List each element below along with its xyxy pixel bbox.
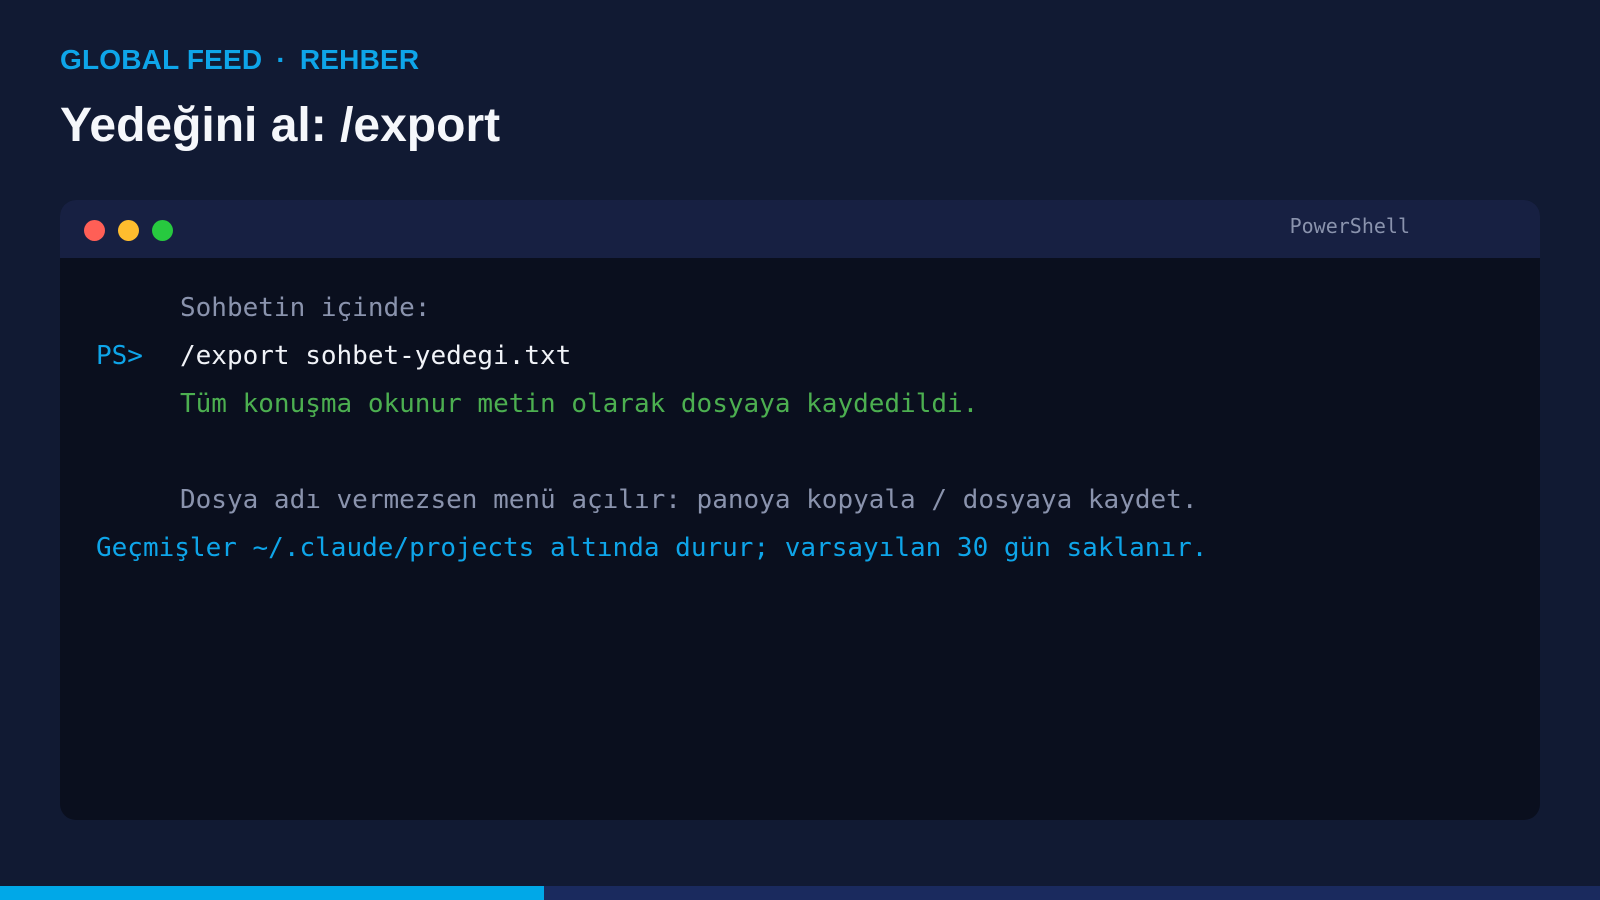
slide: GLOBAL FEED · REHBER Yedeğini al: /expor… <box>0 0 1600 900</box>
maximize-window-icon[interactable] <box>152 220 173 241</box>
terminal-window: PowerShell Sohbetin içinde: PS> /export … <box>60 200 1540 820</box>
terminal-prompt <box>96 380 180 428</box>
terminal-success-text: Tüm konuşma okunur metin olarak dosyaya … <box>180 389 979 419</box>
terminal-output: Sohbetin içinde: PS> /export sohbet-yede… <box>60 258 1540 572</box>
breadcrumb-category: REHBER <box>299 44 420 75</box>
terminal-title-bar: PowerShell <box>60 200 1540 258</box>
terminal-line: Geçmişler ~/.claude/projects altında dur… <box>96 524 1504 572</box>
minimize-window-icon[interactable] <box>118 220 139 241</box>
page-title: Yedeğini al: /export <box>60 99 501 152</box>
terminal-command: /export sohbet-yedegi.txt <box>180 341 572 371</box>
terminal-text: Dosya adı vermezsen menü açılır: panoya … <box>180 485 1198 515</box>
terminal-title: PowerShell <box>1289 214 1410 238</box>
progress-bar <box>0 886 1600 900</box>
breadcrumb-separator: · <box>276 44 286 75</box>
terminal-line: Tüm konuşma okunur metin olarak dosyaya … <box>96 380 1504 428</box>
terminal-prompt <box>96 428 180 476</box>
terminal-text: Sohbetin içinde: <box>180 293 431 323</box>
close-window-icon[interactable] <box>84 220 105 241</box>
breadcrumb-section: GLOBAL FEED <box>60 44 263 75</box>
terminal-prompt <box>96 476 180 524</box>
terminal-line: Dosya adı vermezsen menü açılır: panoya … <box>96 476 1504 524</box>
terminal-line: Sohbetin içinde: <box>96 284 1504 332</box>
terminal-line: PS> /export sohbet-yedegi.txt <box>96 332 1504 380</box>
terminal-line <box>96 428 1504 476</box>
terminal-prompt <box>96 284 180 332</box>
breadcrumb: GLOBAL FEED · REHBER <box>60 44 419 76</box>
terminal-note-text: Geçmişler ~/.claude/projects altında dur… <box>96 533 1208 563</box>
terminal-prompt: PS> <box>96 341 143 371</box>
progress-bar-fill <box>0 886 544 900</box>
